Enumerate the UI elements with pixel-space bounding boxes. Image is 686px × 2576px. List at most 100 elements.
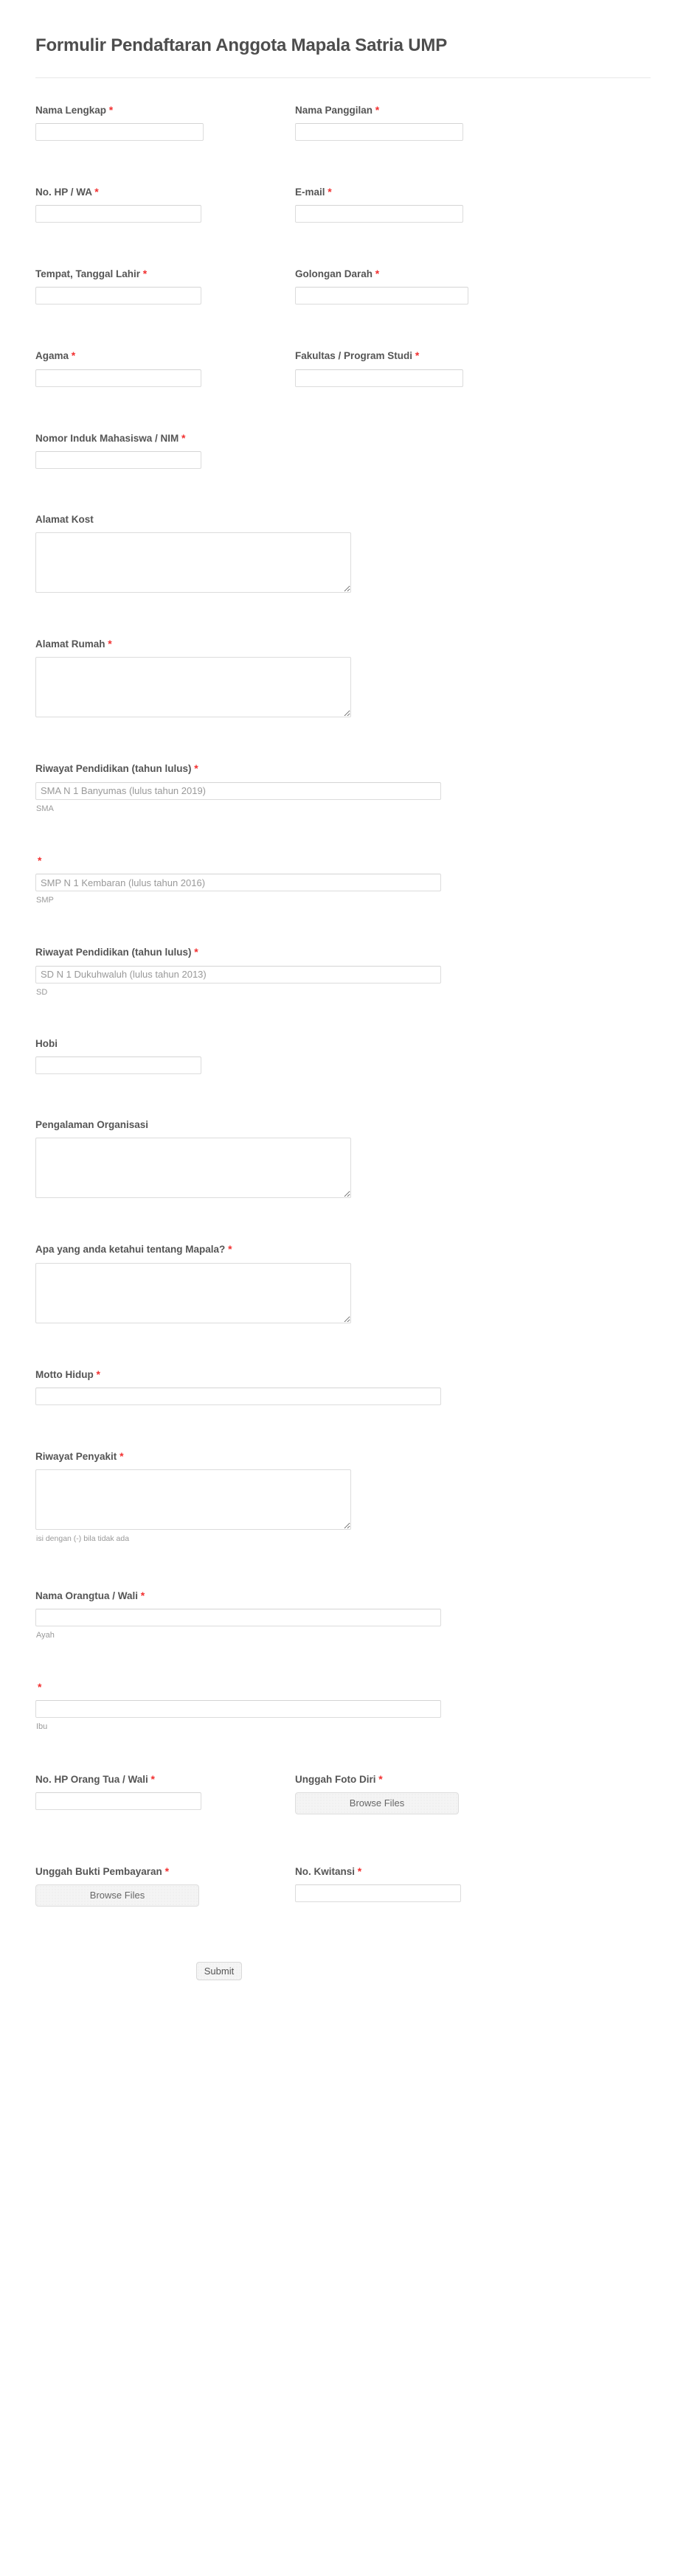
label-pendidikan-sd: Riwayat Pendidikan (tahun lulus) * [35,945,555,959]
form-row-names: Nama Lengkap * Nama Panggilan * [0,103,686,142]
riwayat-penyakit-textarea[interactable] [35,1469,351,1530]
sublabel-pendidikan-smp: SMP [36,896,54,905]
required-asterisk: * [38,854,42,866]
label-pendidikan-sma: Riwayat Pendidikan (tahun lulus) * [35,762,555,776]
required-asterisk: * [94,186,99,198]
nama-orangtua-ibu-input[interactable] [35,1700,441,1719]
form-row-alamat-kost: Alamat Kost [0,513,686,593]
registration-form-page: Formulir Pendaftaran Anggota Mapala Satr… [0,0,686,2025]
field-agama: Agama * [35,349,295,387]
label-text: Unggah Bukti Pembayaran [35,1865,162,1877]
required-asterisk: * [328,186,332,198]
form-row-birth-blood: Tempat, Tanggal Lahir * Golongan Darah * [0,267,686,305]
label-text: Nama Lengkap [35,104,107,116]
sublabel-ayah: Ayah [36,1630,55,1640]
label-golongan-darah: Golongan Darah * [295,267,533,281]
label-text: Pengalaman Organisasi [35,1119,149,1131]
nama-panggilan-input[interactable] [295,123,463,142]
agama-input[interactable] [35,369,201,387]
field-tentang-mapala: Apa yang anda ketahui tentang Mapala? * [35,1242,555,1323]
label-text: Apa yang anda ketahui tentang Mapala? [35,1244,226,1256]
form-row-motto-hidup: Motto Hidup * [0,1368,686,1405]
required-asterisk: * [38,1681,42,1693]
label-text: Nama Orangtua / Wali [35,1590,139,1601]
required-asterisk: * [181,431,186,444]
pengalaman-organisasi-textarea[interactable] [35,1138,351,1199]
required-asterisk: * [194,762,198,775]
nim-input[interactable] [35,450,201,469]
sublabel-ibu: Ibu [36,1722,48,1732]
label-no-hp-wa: No. HP / WA * [35,185,273,199]
form-row-orangtua-ayah: Nama Orangtua / Wali * Ayah [0,1589,686,1641]
no-hp-wa-input[interactable] [35,205,201,223]
field-golongan-darah: Golongan Darah * [295,267,555,305]
submit-button[interactable]: Submit [196,1962,242,1981]
form-row-pengalaman-organisasi: Pengalaman Organisasi [0,1118,686,1199]
tentang-mapala-textarea[interactable] [35,1262,351,1323]
pendidikan-smp-input[interactable] [35,874,441,892]
label-nama-orangtua-ibu: * [35,1680,555,1694]
fakultas-program-studi-input[interactable] [295,369,463,387]
label-text: E-mail [295,187,325,198]
no-kwitansi-input[interactable] [295,1884,461,1903]
label-tentang-mapala: Apa yang anda ketahui tentang Mapala? * [35,1242,555,1256]
label-agama: Agama * [35,349,273,363]
label-text: Golongan Darah [295,268,373,280]
field-nama-orangtua-ibu: * Ibu [35,1680,555,1733]
form-row-orangtua-ibu: * Ibu [0,1680,686,1733]
required-asterisk: * [150,1772,155,1785]
hobi-input[interactable] [35,1056,201,1075]
field-unggah-bukti-pembayaran: Unggah Bukti Pembayaran * Browse Files [35,1865,295,1907]
label-text: No. HP Orang Tua / Wali [35,1773,148,1785]
label-text: Fakultas / Program Studi [295,350,413,362]
browse-files-bukti-pembayaran-button[interactable]: Browse Files [35,1884,199,1907]
required-asterisk: * [142,268,148,280]
label-tempat-tanggal-lahir: Tempat, Tanggal Lahir * [35,267,273,281]
label-text: Tempat, Tanggal Lahir [35,268,141,280]
label-alamat-kost: Alamat Kost [35,513,555,526]
label-no-hp-orangtua: No. HP Orang Tua / Wali * [35,1772,273,1786]
field-no-hp-orangtua: No. HP Orang Tua / Wali * [35,1772,295,1810]
field-alamat-rumah: Alamat Rumah * [35,637,555,718]
label-alamat-rumah: Alamat Rumah * [35,637,555,651]
field-nim: Nomor Induk Mahasiswa / NIM * [35,431,555,469]
form-row-pendidikan-sma: Riwayat Pendidikan (tahun lulus) * SMA [0,762,686,814]
label-hobi: Hobi [35,1037,555,1051]
label-fakultas-program-studi: Fakultas / Program Studi * [295,349,533,363]
browse-files-foto-diri-button[interactable]: Browse Files [295,1792,459,1814]
tempat-tanggal-lahir-input[interactable] [35,287,201,305]
required-asterisk: * [71,349,76,362]
email-input[interactable] [295,205,463,223]
label-text: Motto Hidup [35,1368,94,1380]
alamat-kost-textarea[interactable] [35,532,351,593]
required-asterisk: * [164,1865,170,1877]
nama-orangtua-ayah-input[interactable] [35,1608,441,1626]
required-asterisk: * [108,103,114,116]
required-asterisk: * [108,638,112,650]
form-row-alamat-rumah: Alamat Rumah * [0,637,686,718]
label-no-kwitansi: No. Kwitansi * [295,1865,533,1879]
golongan-darah-input[interactable] [295,287,468,305]
label-text: Riwayat Pendidikan (tahun lulus) [35,947,192,958]
form-row-contact: No. HP / WA * E-mail * [0,185,686,223]
no-hp-orangtua-input[interactable] [35,1792,201,1810]
field-tempat-tanggal-lahir: Tempat, Tanggal Lahir * [35,267,295,305]
nama-lengkap-input[interactable] [35,123,204,142]
required-asterisk: * [140,1589,145,1601]
pendidikan-sma-input[interactable] [35,781,441,800]
field-pendidikan-smp: * SMP [35,854,555,906]
pendidikan-sd-input[interactable] [35,965,441,984]
label-nim: Nomor Induk Mahasiswa / NIM * [35,431,555,445]
label-text: Riwayat Penyakit [35,1450,117,1462]
alamat-rumah-textarea[interactable] [35,657,351,718]
motto-hidup-input[interactable] [35,1387,441,1405]
page-title: Formulir Pendaftaran Anggota Mapala Satr… [35,35,447,55]
